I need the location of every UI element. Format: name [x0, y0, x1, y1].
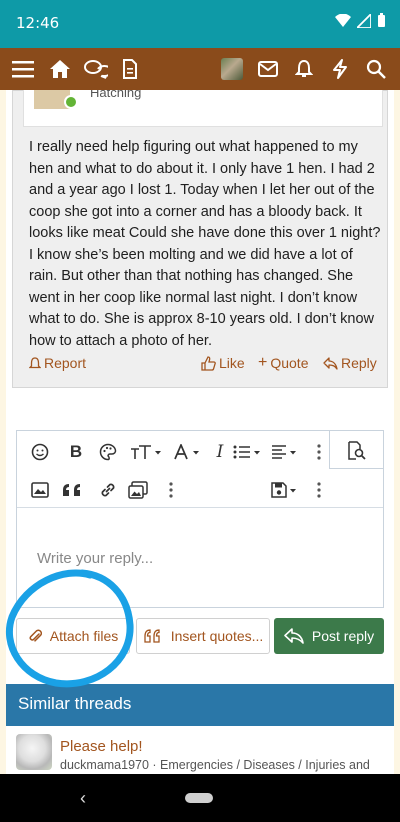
italic-button[interactable]: I: [209, 441, 231, 463]
home-icon[interactable]: [47, 56, 73, 82]
thread-avatar: [16, 734, 52, 770]
list-dropdown[interactable]: [233, 441, 263, 463]
report-label: Report: [44, 355, 87, 371]
image-icon[interactable]: [29, 479, 51, 501]
thumbs-up-icon: [201, 355, 216, 371]
reply-label: Reply: [341, 355, 377, 371]
chat-icon[interactable]: [83, 56, 109, 82]
list-icon: [233, 445, 260, 459]
search-icon[interactable]: [363, 56, 389, 82]
quote-icon: [144, 629, 160, 643]
menu-icon[interactable]: [10, 56, 36, 82]
post-reply-button[interactable]: Post reply: [274, 618, 384, 654]
like-label: Like: [219, 355, 245, 371]
font-family-dropdown[interactable]: [173, 441, 203, 463]
preview-button[interactable]: [329, 431, 383, 469]
document-icon[interactable]: [117, 56, 143, 82]
online-indicator: [64, 95, 78, 109]
bell-icon[interactable]: [291, 56, 317, 82]
font-icon: [174, 444, 199, 460]
system-nav-bar: ‹: [0, 774, 400, 822]
attach-files-button[interactable]: Attach files: [16, 618, 130, 654]
user-avatar[interactable]: [219, 56, 245, 82]
author-title: Hatching: [90, 90, 142, 100]
align-icon: [272, 445, 296, 459]
more-insert-icon[interactable]: [160, 479, 182, 501]
lightning-icon[interactable]: [327, 56, 353, 82]
like-button[interactable]: Like: [201, 355, 245, 371]
palette-icon[interactable]: [97, 441, 119, 463]
more-options-icon[interactable]: [308, 441, 330, 463]
bold-button[interactable]: B: [65, 441, 87, 463]
attach-files-label: Attach files: [49, 628, 119, 644]
insert-quotes-label: Insert quotes...: [170, 628, 264, 644]
more-tools-icon[interactable]: [308, 479, 330, 501]
media-icon[interactable]: [127, 479, 149, 501]
preview-icon: [348, 441, 366, 460]
post: Hatching I really need help figuring out…: [12, 90, 388, 388]
reply-editor: B I: [16, 430, 384, 608]
text-size-icon: [131, 445, 161, 459]
quote-icon[interactable]: [59, 479, 85, 501]
back-icon[interactable]: ‹: [80, 788, 86, 809]
thread-title[interactable]: Please help!: [60, 738, 143, 755]
home-pill[interactable]: [185, 793, 213, 803]
editor-divider: [17, 507, 383, 508]
wifi-icon: [335, 13, 351, 27]
post-body: I really need help figuring out what hap…: [29, 139, 381, 349]
font-size-dropdown[interactable]: [129, 441, 165, 463]
post-reply-label: Post reply: [311, 628, 375, 644]
thread-page: Hatching I really need help figuring out…: [6, 90, 394, 774]
reply-icon: [323, 356, 338, 370]
author-card: Hatching: [23, 90, 383, 127]
battery-icon: [378, 13, 385, 27]
paperclip-icon: [29, 629, 42, 642]
post-actions: Report Like + Quote Reply: [29, 355, 379, 375]
link-icon[interactable]: [97, 479, 119, 501]
reply-input[interactable]: [17, 509, 383, 607]
signal-icon: [357, 13, 371, 28]
reply-icon: [284, 628, 304, 644]
emoji-icon[interactable]: [29, 441, 51, 463]
thread-meta: duckmama1970 · Emergencies / Diseases / …: [60, 758, 370, 772]
drafts-dropdown[interactable]: [271, 479, 301, 501]
thread-item[interactable]: Please help! duckmama1970 · Emergencies …: [6, 726, 394, 774]
quote-label: Quote: [270, 355, 309, 371]
system-icons: [335, 13, 386, 28]
editor-toolbar-row-2: [17, 469, 383, 507]
right-gutter: [394, 90, 400, 774]
insert-quotes-button[interactable]: Insert quotes...: [136, 618, 270, 654]
plus-icon: +: [258, 354, 268, 371]
mail-icon[interactable]: [255, 56, 281, 82]
status-bar: 12:46: [0, 0, 400, 48]
similar-threads-header: Similar threads: [6, 684, 394, 726]
quote-button[interactable]: + Quote: [258, 354, 309, 372]
report-button[interactable]: Report: [29, 355, 86, 371]
save-icon: [271, 482, 296, 498]
align-dropdown[interactable]: [271, 441, 301, 463]
bell-icon: [29, 356, 41, 368]
clock: 12:46: [16, 14, 60, 32]
top-nav: [0, 48, 400, 90]
reply-button[interactable]: Reply: [323, 355, 377, 371]
